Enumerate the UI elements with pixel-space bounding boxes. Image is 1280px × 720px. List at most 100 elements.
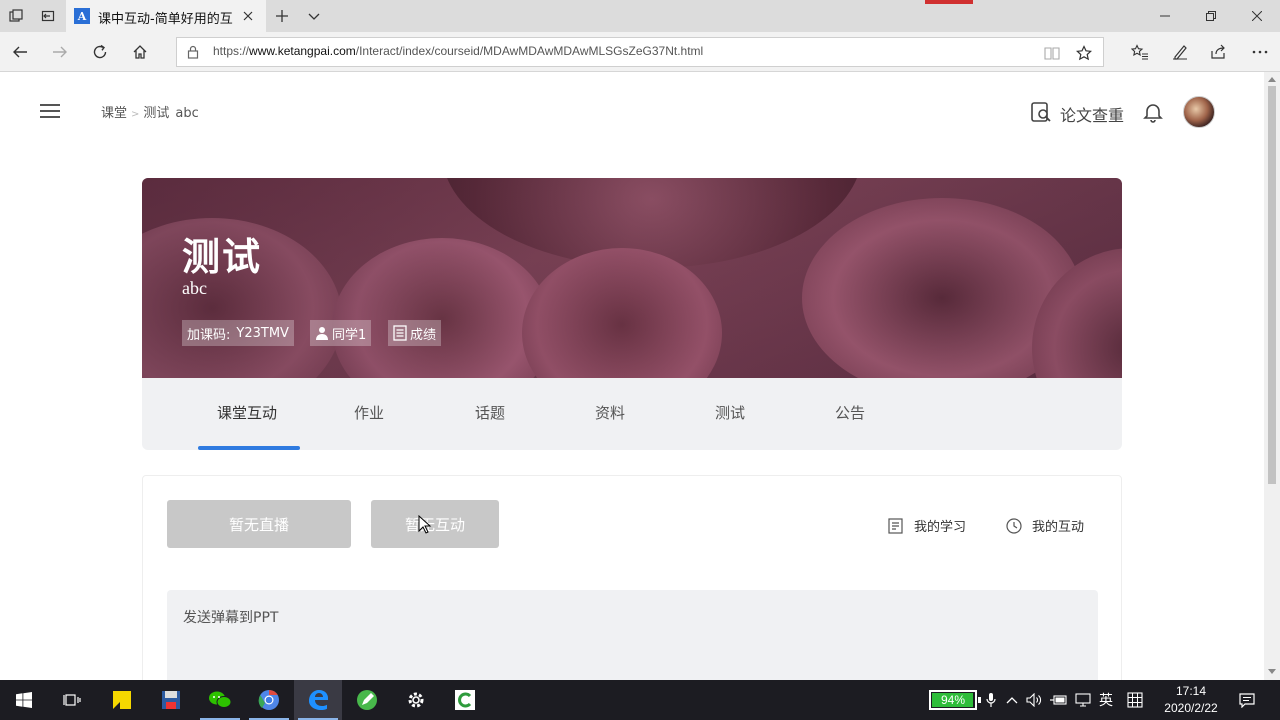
address-input[interactable]: https://www.ketangpai.com/Interact/index… xyxy=(176,37,1104,67)
my-study-label: 我的学习 xyxy=(914,520,967,535)
url-host: www.ketangpai.com xyxy=(249,44,356,58)
study-list-icon xyxy=(888,517,904,534)
wechat-icon[interactable] xyxy=(196,680,244,720)
members-label: 同学1 xyxy=(332,327,367,343)
camtasia-c-icon[interactable] xyxy=(441,680,489,720)
person-icon xyxy=(315,326,329,340)
danmaku-placeholder: 发送弹幕到PPT xyxy=(183,610,279,626)
tab-actions-icon[interactable] xyxy=(6,6,26,26)
join-code-label: 加课码: xyxy=(187,327,231,343)
tab-close-icon[interactable] xyxy=(238,6,258,26)
scroll-thumb[interactable] xyxy=(1268,86,1276,484)
share-icon[interactable] xyxy=(1207,40,1231,64)
my-interaction-link[interactable]: 我的互动 xyxy=(1006,516,1084,535)
forward-arrow-icon[interactable] xyxy=(48,40,72,64)
scroll-down-icon[interactable] xyxy=(1268,668,1276,676)
lock-icon[interactable] xyxy=(185,44,201,60)
grades-list-icon xyxy=(393,325,407,341)
favorite-star-icon[interactable] xyxy=(1075,44,1093,62)
sticky-notes-icon[interactable] xyxy=(98,680,146,720)
clock-icon xyxy=(1006,517,1022,534)
interaction-button[interactable]: 暂无互动 xyxy=(371,500,499,548)
page-scrollbar[interactable] xyxy=(1264,72,1280,680)
home-icon[interactable] xyxy=(128,40,152,64)
pen-notes-icon[interactable] xyxy=(1168,40,1192,64)
tab-announcements[interactable]: 公告 xyxy=(835,402,865,423)
clock-date: 2020/2/22 xyxy=(1164,701,1218,715)
scroll-up-icon[interactable] xyxy=(1268,75,1276,83)
battery-indicator[interactable]: 94% xyxy=(929,690,981,710)
back-arrow-icon[interactable] xyxy=(8,40,32,64)
green-pen-app-icon[interactable] xyxy=(343,680,391,720)
close-window-icon[interactable] xyxy=(1234,0,1280,32)
plagiarism-label: 论文查重 xyxy=(1060,106,1125,125)
save-disk-icon[interactable] xyxy=(147,680,195,720)
browser-address-bar: https://www.ketangpai.com/Interact/index… xyxy=(0,32,1280,72)
input-method-indicator[interactable]: 英 xyxy=(1096,690,1116,710)
user-avatar[interactable] xyxy=(1183,96,1215,128)
start-windows-icon[interactable] xyxy=(0,680,48,720)
tab-preview-chevron-icon[interactable] xyxy=(304,6,324,26)
breadcrumb-separator-icon: > xyxy=(131,109,140,120)
chrome-icon[interactable] xyxy=(245,680,293,720)
reading-view-icon[interactable] xyxy=(1043,44,1061,62)
danmaku-input[interactable]: 发送弹幕到PPT xyxy=(167,590,1098,680)
browser-tab-active[interactable]: A 课中互动-简单好用的互 xyxy=(66,0,266,32)
breadcrumb-classroom[interactable]: 课堂 xyxy=(101,106,127,121)
volume-icon[interactable] xyxy=(1024,690,1044,710)
join-code-value: Y23TMV xyxy=(236,325,289,341)
edge-browser-icon[interactable] xyxy=(294,680,342,720)
system-clock[interactable]: 17:14 2020/2/22 xyxy=(1156,683,1226,717)
favorites-list-icon[interactable] xyxy=(1128,40,1152,64)
more-options-icon[interactable] xyxy=(1248,40,1272,64)
site-favicon-icon: A xyxy=(74,8,90,24)
tab-topics[interactable]: 话题 xyxy=(475,402,505,423)
live-stream-button[interactable]: 暂无直播 xyxy=(167,500,351,548)
network-icon[interactable] xyxy=(1073,690,1093,710)
interaction-panel: 暂无直播 暂无互动 我的学习 我的互动 发送弹幕到PPT xyxy=(142,475,1122,680)
grades-button[interactable]: 成绩 xyxy=(388,320,442,346)
my-interaction-label: 我的互动 xyxy=(1032,520,1085,535)
mouse-cursor-icon xyxy=(418,515,432,534)
settings-gear-icon[interactable] xyxy=(392,680,440,720)
minimize-icon[interactable] xyxy=(1142,0,1188,32)
grades-label: 成绩 xyxy=(410,327,437,343)
microphone-icon[interactable] xyxy=(981,690,1001,710)
tab-tests[interactable]: 测试 xyxy=(715,402,745,423)
members-button[interactable]: 同学1 xyxy=(310,320,372,346)
page-content: 课堂>测试abc 论文查重 测试 abc 加课码: Y23TMV 同学1 xyxy=(0,72,1264,680)
restore-icon[interactable] xyxy=(1188,0,1234,32)
set-aside-tabs-icon[interactable] xyxy=(38,6,58,26)
course-class-name: abc xyxy=(182,278,207,298)
join-code-badge[interactable]: 加课码: Y23TMV xyxy=(182,320,294,346)
task-view-icon[interactable] xyxy=(48,680,96,720)
refresh-icon[interactable] xyxy=(88,40,112,64)
keyboard-grid-icon[interactable] xyxy=(1125,690,1145,710)
power-plug-battery-icon[interactable] xyxy=(1049,690,1069,710)
course-title: 测试 xyxy=(182,235,263,279)
breadcrumb: 课堂 > 测试 abc xyxy=(101,102,199,121)
plagiarism-check-button[interactable]: 论文查重 xyxy=(1030,102,1124,126)
course-tabs: 课堂互动 作业 话题 资料 测试 公告 xyxy=(142,378,1122,450)
url-prefix: https:// xyxy=(213,44,250,58)
my-study-link[interactable]: 我的学习 xyxy=(888,516,966,535)
clock-time: 17:14 xyxy=(1175,684,1207,698)
url-text: https://www.ketangpai.com/Interact/index… xyxy=(213,44,703,58)
plagiarism-search-icon xyxy=(1030,101,1052,127)
show-hidden-icons-chevron-icon[interactable] xyxy=(1002,690,1022,710)
hamburger-menu-icon[interactable] xyxy=(40,104,60,120)
windows-taskbar: 94% 英 17:14 2020/2/22 xyxy=(0,680,1280,720)
tab-homework[interactable]: 作业 xyxy=(354,402,384,423)
window-edge-marker xyxy=(925,0,973,4)
battery-percent: 94% xyxy=(940,693,966,707)
tab-classroom-interaction[interactable]: 课堂互动 xyxy=(217,402,277,423)
tab-materials[interactable]: 资料 xyxy=(595,402,625,423)
action-center-icon[interactable] xyxy=(1237,690,1257,710)
active-tab-indicator xyxy=(198,446,300,450)
url-path: /Interact/index/courseid/MDAwMDAwMDAwMLS… xyxy=(355,44,704,58)
notification-bell-icon[interactable] xyxy=(1142,101,1164,123)
new-tab-icon[interactable] xyxy=(272,6,292,26)
tab-title: 课中互动-简单好用的互 xyxy=(98,12,233,27)
course-banner: 测试 abc 加课码: Y23TMV 同学1 成绩 xyxy=(142,178,1122,378)
breadcrumb-course[interactable]: 测试 xyxy=(143,106,169,121)
